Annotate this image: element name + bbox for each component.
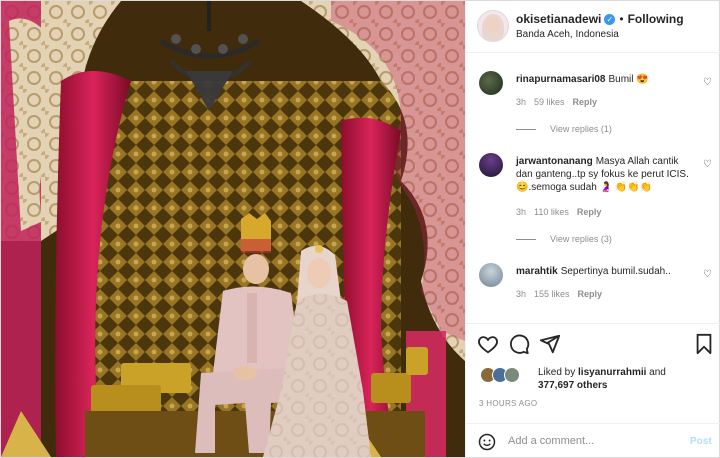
commenter-username[interactable]: rinapurnamasari08 — [516, 74, 606, 85]
post-photo[interactable] — [1, 1, 465, 457]
reply-button[interactable]: Reply — [578, 289, 603, 299]
add-comment-bar: Post — [466, 423, 720, 457]
verified-badge-icon: ✓ — [604, 13, 616, 25]
comment-likes[interactable]: 110 likes — [534, 207, 569, 217]
commenter-username[interactable]: marahtik — [516, 266, 558, 277]
following-button[interactable]: Following — [628, 12, 684, 26]
commenter-username[interactable]: jarwantonanang — [516, 156, 593, 167]
author-avatar[interactable] — [477, 10, 509, 42]
comment-time: 3h — [516, 97, 527, 107]
comment-body: marahtik Sepertinya bumil.sudah.. — [516, 265, 696, 278]
comment-text: Sepertinya bumil.sudah.. — [560, 266, 671, 277]
liked-by-others[interactable]: 377,697 others — [538, 380, 608, 391]
reply-button[interactable]: Reply — [577, 207, 602, 217]
post-location[interactable]: Banda Aceh, Indonesia — [516, 29, 619, 40]
reply-button[interactable]: Reply — [573, 97, 598, 107]
add-comment-input[interactable] — [508, 432, 678, 450]
comment-body: rinapurnamasari08 Bumil 😍 — [516, 73, 696, 86]
comment-likes[interactable]: 59 likes — [534, 97, 565, 107]
liked-by-avatars[interactable] — [480, 367, 526, 385]
comment-body: jarwantonanang Masya Allah cantik dan gan… — [516, 155, 694, 194]
author-username[interactable]: okisetianadewi — [516, 12, 601, 26]
post-comment-button[interactable]: Post — [690, 436, 712, 447]
separator-dot: • — [619, 12, 624, 26]
commenter-avatar[interactable] — [479, 71, 503, 95]
post-actions — [466, 323, 720, 363]
comment-like-icon[interactable]: ♡ — [703, 269, 712, 280]
post-side-panel: okisetianadewi ✓ • Following Banda Aceh,… — [465, 1, 720, 457]
comment-time: 3h — [516, 289, 527, 299]
share-icon[interactable] — [539, 333, 561, 355]
comment-meta: 3h 110 likes Reply — [516, 207, 609, 217]
comment-time: 3h — [516, 207, 527, 217]
view-replies-label: View replies (3) — [550, 234, 612, 244]
liked-by-prefix: Liked by — [538, 367, 576, 378]
wedding-couple-photo — [1, 1, 465, 457]
view-replies-button[interactable]: View replies (3) — [516, 234, 612, 244]
comment-icon[interactable] — [508, 333, 530, 355]
comment-meta: 3h 155 likes Reply — [516, 289, 610, 299]
view-replies-label: View replies (1) — [550, 124, 612, 134]
comment-like-icon[interactable]: ♡ — [703, 159, 712, 170]
liker-avatar — [504, 367, 520, 383]
replies-divider — [516, 238, 536, 240]
liked-by-text: Liked by lisyanurrahmii and 377,697 othe… — [538, 366, 718, 392]
liked-by-conjunction: and — [649, 367, 666, 378]
bookmark-icon[interactable] — [693, 333, 715, 355]
emoji-icon[interactable] — [478, 433, 496, 451]
commenter-avatar[interactable] — [479, 263, 503, 287]
avatar-face — [486, 17, 500, 33]
comment-text: Bumil 😍 — [608, 74, 649, 85]
post-header: okisetianadewi ✓ • Following Banda Aceh,… — [466, 1, 720, 53]
author-line: okisetianadewi ✓ • Following — [516, 12, 684, 26]
comment-meta: 3h 59 likes Reply — [516, 97, 605, 107]
comment-likes[interactable]: 155 likes — [534, 289, 570, 299]
heart-icon[interactable] — [477, 333, 499, 355]
comment-like-icon[interactable]: ♡ — [703, 77, 712, 88]
commenter-avatar[interactable] — [479, 153, 503, 177]
view-replies-button[interactable]: View replies (1) — [516, 124, 612, 134]
replies-divider — [516, 128, 536, 130]
liked-by-user[interactable]: lisyanurrahmii — [578, 367, 646, 378]
post-timestamp[interactable]: 3 HOURS AGO — [479, 399, 537, 408]
liked-by-section: Liked by lisyanurrahmii and 377,697 othe… — [466, 363, 720, 399]
